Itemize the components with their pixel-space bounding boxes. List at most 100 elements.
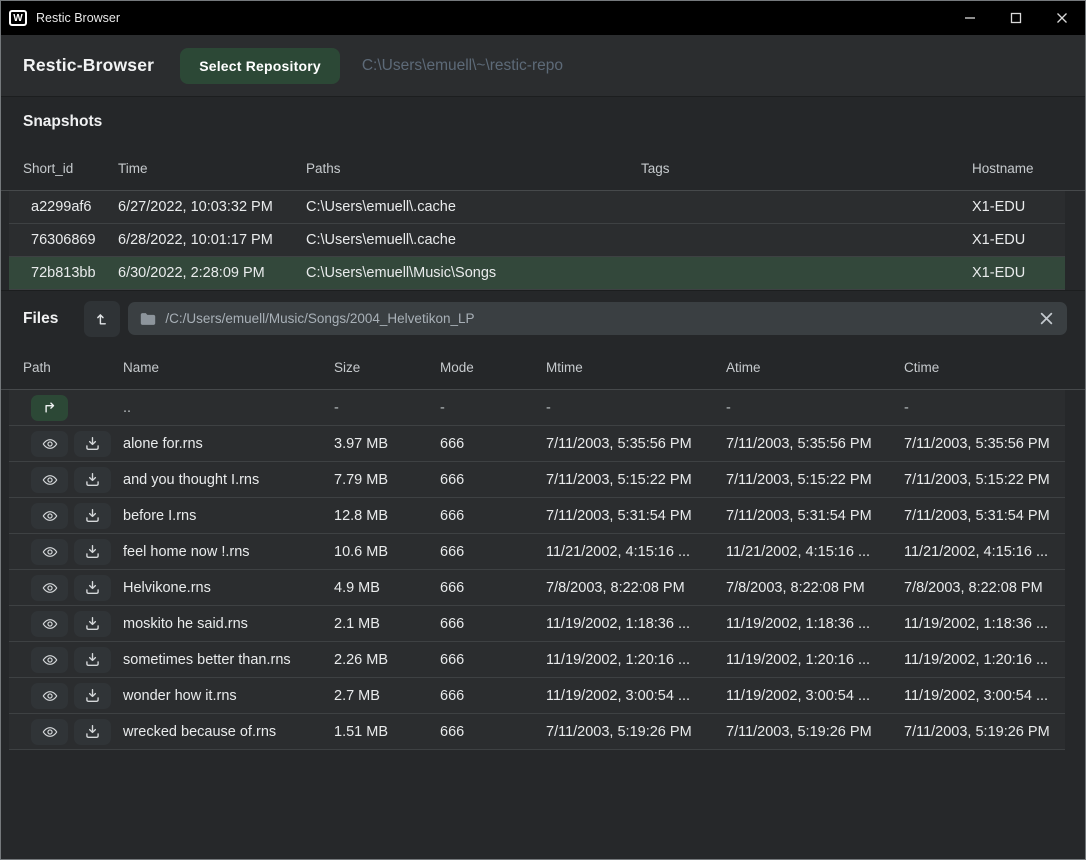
file-ctime: 7/11/2003, 5:35:56 PM — [904, 436, 1065, 452]
file-mtime: 11/21/2002, 4:15:16 ... — [546, 544, 726, 560]
preview-button[interactable] — [31, 719, 68, 745]
maximize-button[interactable] — [993, 1, 1039, 35]
eye-icon — [42, 545, 58, 559]
file-size: 2.26 MB — [334, 652, 440, 668]
eye-icon — [42, 617, 58, 631]
eye-icon — [42, 581, 58, 595]
preview-button[interactable] — [31, 539, 68, 565]
file-col-size: Size — [334, 360, 440, 375]
app-window: W Restic Browser Restic-Browser Select R… — [0, 0, 1086, 860]
eye-icon — [42, 509, 58, 523]
download-button[interactable] — [74, 683, 111, 709]
file-name: wonder how it.rns — [123, 688, 334, 704]
snapshot-row[interactable]: 76306869 6/28/2022, 10:01:17 PM C:\Users… — [9, 224, 1065, 257]
file-size: 7.79 MB — [334, 472, 440, 488]
file-atime: 7/8/2003, 8:22:08 PM — [726, 580, 904, 596]
preview-button[interactable] — [31, 503, 68, 529]
parent-dir-button[interactable] — [31, 395, 68, 421]
snapshot-paths: C:\Users\emuell\.cache — [306, 232, 641, 248]
download-icon — [85, 652, 100, 667]
snapshot-paths: C:\Users\emuell\.cache — [306, 199, 641, 215]
file-atime: 7/11/2003, 5:35:56 PM — [726, 436, 904, 452]
repository-path: C:\Users\emuell\~\restic-repo — [362, 57, 563, 75]
snapshot-row-selected[interactable]: 72b813bb 6/30/2022, 2:28:09 PM C:\Users\… — [9, 257, 1065, 290]
file-mode: 666 — [440, 724, 546, 740]
eye-icon — [42, 725, 58, 739]
file-name: and you thought I.rns — [123, 472, 334, 488]
eye-icon — [42, 473, 58, 487]
download-icon — [85, 688, 100, 703]
app-logo-icon: W — [9, 10, 27, 26]
preview-button[interactable] — [31, 431, 68, 457]
file-mtime: 7/8/2003, 8:22:08 PM — [546, 580, 726, 596]
file-atime: 7/11/2003, 5:31:54 PM — [726, 508, 904, 524]
file-col-ctime: Ctime — [904, 360, 1085, 375]
file-ctime: 11/19/2002, 1:20:16 ... — [904, 652, 1065, 668]
download-icon — [85, 472, 100, 487]
preview-button[interactable] — [31, 467, 68, 493]
file-row: wonder how it.rns 2.7 MB 666 11/19/2002,… — [9, 678, 1065, 714]
app-title: Restic-Browser — [23, 55, 154, 76]
file-atime: 7/11/2003, 5:15:22 PM — [726, 472, 904, 488]
file-ctime: 7/11/2003, 5:15:22 PM — [904, 472, 1065, 488]
empty-area — [1, 750, 1085, 859]
preview-button[interactable] — [31, 647, 68, 673]
file-size: 3.97 MB — [334, 436, 440, 452]
preview-button[interactable] — [31, 683, 68, 709]
download-icon — [85, 508, 100, 523]
minimize-icon — [964, 12, 976, 24]
file-size: - — [334, 400, 440, 416]
file-col-name: Name — [123, 360, 334, 375]
download-button[interactable] — [74, 611, 111, 637]
file-size: 1.51 MB — [334, 724, 440, 740]
snapshot-row[interactable]: a2299af6 6/27/2022, 10:03:32 PM C:\Users… — [9, 191, 1065, 224]
download-icon — [85, 580, 100, 595]
eye-icon — [42, 653, 58, 667]
file-mode: - — [440, 400, 546, 416]
download-button[interactable] — [74, 539, 111, 565]
minimize-button[interactable] — [947, 1, 993, 35]
file-mode: 666 — [440, 652, 546, 668]
download-button[interactable] — [74, 467, 111, 493]
download-icon — [85, 544, 100, 559]
snapshot-short-id: a2299af6 — [23, 199, 118, 215]
preview-button[interactable] — [31, 575, 68, 601]
snap-col-paths: Paths — [306, 161, 641, 176]
file-size: 12.8 MB — [334, 508, 440, 524]
snapshot-time: 6/27/2022, 10:03:32 PM — [118, 199, 306, 215]
download-icon — [85, 616, 100, 631]
file-ctime: 7/11/2003, 5:19:26 PM — [904, 724, 1065, 740]
window-titlebar: W Restic Browser — [1, 1, 1085, 35]
download-button[interactable] — [74, 431, 111, 457]
level-up-button[interactable] — [84, 301, 120, 337]
file-mtime: 7/11/2003, 5:19:26 PM — [546, 724, 726, 740]
file-row: Helvikone.rns 4.9 MB 666 7/8/2003, 8:22:… — [9, 570, 1065, 606]
file-ctime: 11/21/2002, 4:15:16 ... — [904, 544, 1065, 560]
download-button[interactable] — [74, 575, 111, 601]
file-mtime: 7/11/2003, 5:31:54 PM — [546, 508, 726, 524]
file-atime: 11/21/2002, 4:15:16 ... — [726, 544, 904, 560]
download-button[interactable] — [74, 503, 111, 529]
download-button[interactable] — [74, 647, 111, 673]
file-mode: 666 — [440, 472, 546, 488]
files-table-header: Path Name Size Mode Mtime Atime Ctime — [1, 346, 1085, 390]
file-name: .. — [123, 400, 334, 416]
file-row: feel home now !.rns 10.6 MB 666 11/21/20… — [9, 534, 1065, 570]
file-row: wrecked because of.rns 1.51 MB 666 7/11/… — [9, 714, 1065, 750]
folder-icon — [140, 312, 156, 326]
file-path-bar[interactable]: /C:/Users/emuell/Music/Songs/2004_Helvet… — [128, 302, 1067, 335]
file-atime: 11/19/2002, 3:00:54 ... — [726, 688, 904, 704]
download-button[interactable] — [74, 719, 111, 745]
preview-button[interactable] — [31, 611, 68, 637]
close-button[interactable] — [1039, 1, 1085, 35]
close-icon — [1056, 12, 1068, 24]
clear-icon — [1040, 312, 1053, 325]
files-table: Path Name Size Mode Mtime Atime Ctime .. — [1, 346, 1085, 750]
snapshot-short-id: 72b813bb — [23, 265, 118, 281]
select-repository-button[interactable]: Select Repository — [180, 48, 340, 84]
file-ctime: 11/19/2002, 3:00:54 ... — [904, 688, 1065, 704]
clear-path-button[interactable] — [1038, 310, 1055, 327]
snap-col-short-id: Short_id — [23, 161, 118, 176]
file-atime: 7/11/2003, 5:19:26 PM — [726, 724, 904, 740]
file-mode: 666 — [440, 580, 546, 596]
